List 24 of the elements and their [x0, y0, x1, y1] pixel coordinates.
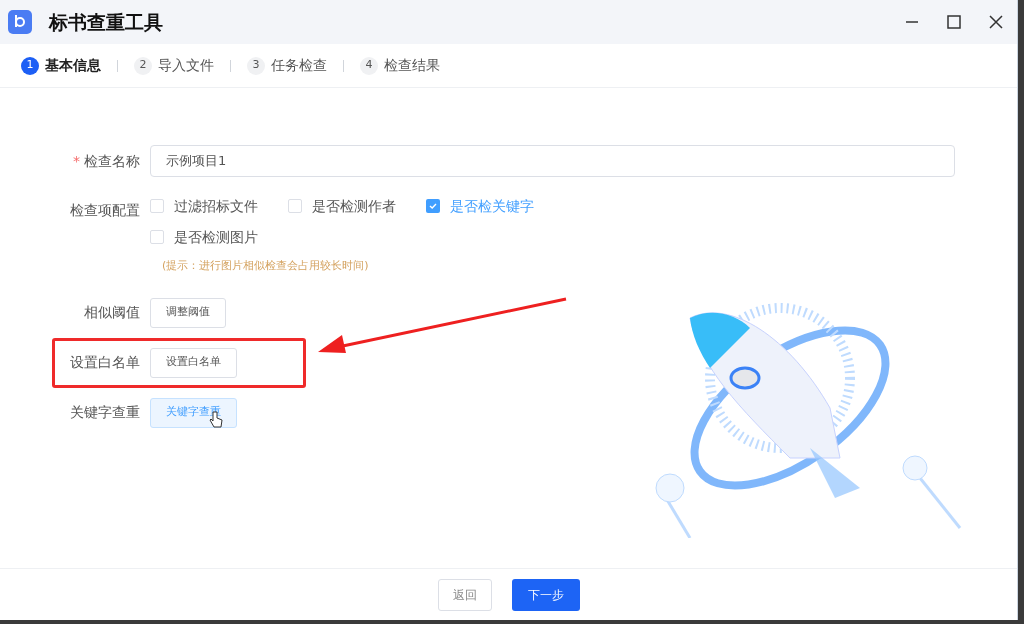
- required-asterisk: *: [73, 151, 80, 171]
- field-label: 关键字查重: [69, 403, 141, 422]
- window-title: 标书查重工具: [49, 9, 163, 35]
- checkbox[interactable]: 是否检测图片: [150, 226, 260, 248]
- step-tab[interactable]: 2 导入文件: [134, 55, 214, 76]
- checkbox[interactable]: 过滤招标文件: [150, 195, 260, 217]
- back-button[interactable]: 返回: [437, 578, 492, 611]
- next-button[interactable]: 下一步: [511, 578, 580, 611]
- close-icon[interactable]: [989, 15, 1003, 29]
- hint-text: (提示：进行图片相似检查会占用较长时间): [162, 258, 370, 274]
- app-logo-icon: [8, 10, 32, 34]
- step-tab[interactable]: 3 任务检查: [247, 55, 327, 76]
- checkbox[interactable]: 是否检测作者: [288, 195, 398, 217]
- action-button[interactable]: 设置白名单: [150, 347, 237, 378]
- field-label: 检查名称: [84, 151, 140, 171]
- input-field[interactable]: 示例项目1: [150, 145, 955, 177]
- field-label: 设置白名单: [69, 353, 141, 372]
- field-label: 相似阈值: [83, 303, 141, 322]
- maximize-icon[interactable]: [947, 15, 961, 29]
- field-label: 检查项配置: [70, 200, 140, 220]
- step-tab[interactable]: 1 基本信息: [21, 55, 101, 76]
- checkmark-icon: [428, 201, 438, 211]
- action-button[interactable]: 调整阈值: [150, 297, 226, 328]
- step-tab[interactable]: 4 检查结果: [360, 55, 440, 76]
